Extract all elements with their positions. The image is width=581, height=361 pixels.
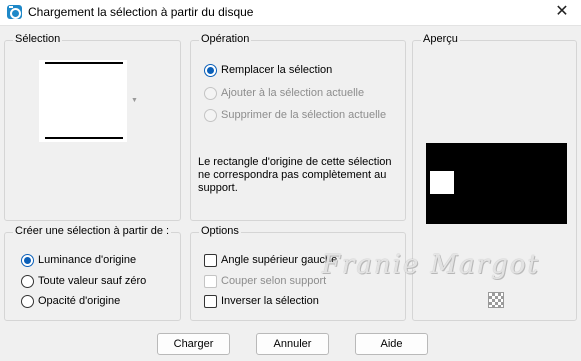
close-button[interactable]: ✕: [553, 3, 571, 21]
thumbnail-dropdown-arrow-icon[interactable]: ▼: [131, 97, 138, 104]
radio-label: Supprimer de la sélection actuelle: [221, 109, 387, 121]
apercu-group-label: Aperçu: [421, 33, 460, 45]
selection-group-label: Sélection: [13, 33, 63, 45]
radio-button-icon[interactable]: [204, 108, 217, 122]
options-group-label: Options: [199, 225, 241, 237]
load-button[interactable]: Charger: [157, 333, 230, 355]
radio-add-selection[interactable]: Ajouter à la sélection actuelle: [204, 85, 364, 101]
checkbox-icon[interactable]: [204, 253, 217, 267]
thumbnail-top-line: [45, 62, 123, 64]
radio-button-icon[interactable]: [21, 294, 34, 308]
checkbox-label: Angle supérieur gauche: [221, 254, 338, 266]
radio-any-nonzero[interactable]: Toute valeur sauf zéro: [21, 273, 146, 289]
checkbox-label: Couper selon support: [221, 275, 327, 287]
radio-button-icon[interactable]: [21, 274, 34, 288]
radio-original-opacity[interactable]: Opacité d'origine: [21, 293, 120, 309]
title-bar: Chargement la sélection à partir du disq…: [0, 0, 581, 26]
radio-button-icon[interactable]: [21, 253, 34, 267]
checkbox-label: Inverser la sélection: [221, 295, 319, 307]
camera-app-icon: [7, 5, 22, 19]
radio-button-icon[interactable]: [204, 63, 217, 77]
radio-button-icon[interactable]: [204, 86, 217, 100]
transparency-checker-icon[interactable]: [488, 292, 504, 308]
checkbox-top-left-corner[interactable]: Angle supérieur gauche: [204, 252, 337, 268]
radio-subtract-selection[interactable]: Supprimer de la sélection actuelle: [204, 107, 386, 123]
checkbox-invert-selection[interactable]: Inverser la sélection: [204, 293, 319, 309]
radio-label: Opacité d'origine: [38, 295, 121, 307]
preview-selection-rect: [430, 171, 454, 194]
operation-info-message: Le rectangle d'origine de cette sélectio…: [198, 156, 392, 194]
radio-replace-selection[interactable]: Remplacer la sélection: [204, 62, 332, 78]
radio-original-luminance[interactable]: Luminance d'origine: [21, 252, 136, 268]
create-selection-group-label: Créer une sélection à partir de :: [13, 225, 172, 237]
radio-label: Remplacer la sélection: [221, 64, 333, 76]
checkbox-icon[interactable]: [204, 294, 217, 308]
window-title: Chargement la sélection à partir du disq…: [28, 5, 254, 19]
radio-label: Ajouter à la sélection actuelle: [221, 87, 365, 99]
checkbox-icon[interactable]: [204, 274, 217, 288]
preview-canvas: [426, 143, 567, 224]
selection-file-thumbnail[interactable]: [39, 60, 127, 142]
help-button[interactable]: Aide: [355, 333, 428, 355]
radio-label: Luminance d'origine: [38, 254, 137, 266]
operation-group-label: Opération: [199, 33, 252, 45]
cancel-button[interactable]: Annuler: [256, 333, 329, 355]
thumbnail-bottom-line: [45, 137, 123, 139]
radio-label: Toute valeur sauf zéro: [38, 275, 147, 287]
checkbox-crop-to-canvas[interactable]: Couper selon support: [204, 273, 326, 289]
